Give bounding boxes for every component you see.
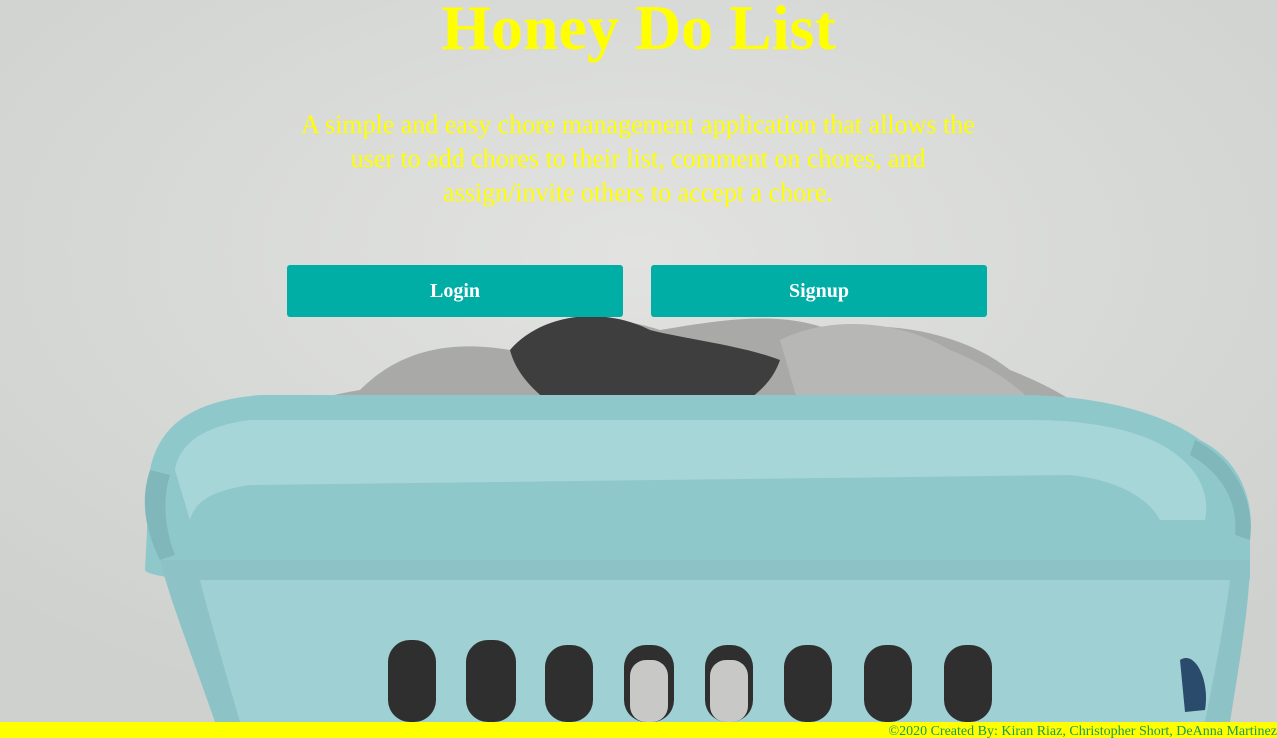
app-description: A simple and easy chore management appli… (301, 110, 975, 207)
footer-copyright: ©2020 Created By: Kiran Riaz, Christophe… (888, 724, 1277, 738)
login-button[interactable]: Login (287, 265, 623, 317)
signup-button[interactable]: Signup (651, 265, 987, 317)
footer: ©2020 Created By: Kiran Riaz, Christophe… (0, 722, 1277, 738)
page-title: Honey Do List (441, 0, 836, 63)
